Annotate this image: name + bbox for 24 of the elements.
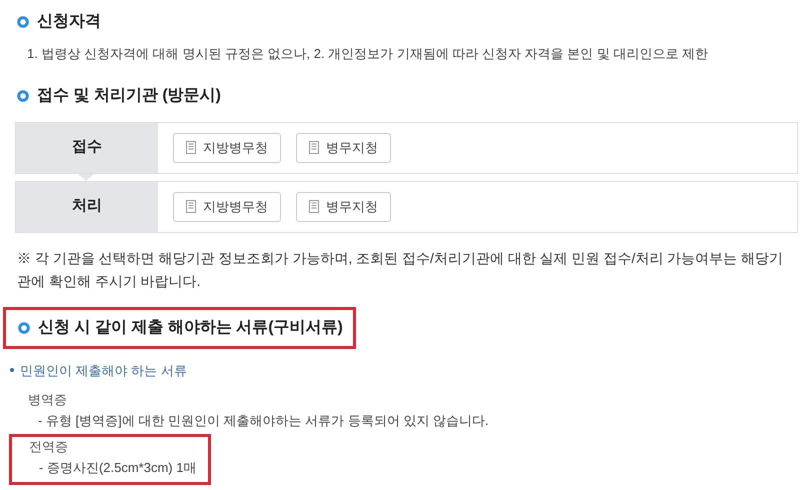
bullet-icon bbox=[10, 368, 14, 372]
document-detail: - 증명사진(2.5cm*3cm) 1매 bbox=[39, 459, 196, 477]
agency-button[interactable]: 병무지청 bbox=[296, 192, 391, 222]
section-title: 신청 시 같이 제출 해야하는 서류(구비서류) bbox=[38, 318, 343, 338]
building-icon bbox=[309, 200, 319, 213]
note-text: ※ 각 기관을 선택하면 해당기관 정보조회가 가능하며, 조회된 접수/처리기관에 대한 실제 민원 접수/처리 가능여부는 해당기관에 확인해 주시기 바랍니다. bbox=[17, 248, 784, 290]
document-detail: - 유형 [병역증]에 대한 민원인이 제출해야하는 서류가 등록되어 있지 않습니다. bbox=[38, 412, 489, 430]
row-header: 처리 bbox=[16, 182, 158, 232]
document-name: 병역증 bbox=[28, 391, 68, 409]
building-icon bbox=[186, 141, 196, 154]
agency-button[interactable]: 지방병무청 bbox=[173, 132, 281, 162]
agency-button[interactable]: 병무지청 bbox=[296, 132, 391, 162]
ring-icon bbox=[17, 16, 29, 28]
building-icon bbox=[309, 141, 319, 154]
building-icon bbox=[186, 200, 196, 213]
ring-icon bbox=[17, 90, 29, 102]
section-title: 접수 및 처리기관 (방문시) bbox=[37, 86, 221, 106]
section-text: 1. 법령상 신청자격에 대해 명시된 규정은 없으나, 2. 개인정보가 기재됨에 따라 신청자 자격을 본인 및 대리인으로 제한 bbox=[27, 45, 710, 63]
document-name: 전역증 bbox=[29, 438, 69, 456]
subtitle-text: 민원인이 제출해야 하는 서류 bbox=[20, 362, 187, 380]
ring-icon bbox=[18, 322, 30, 334]
section-title: 신청자격 bbox=[37, 12, 101, 32]
row-header: 접수 bbox=[16, 122, 158, 172]
agency-button[interactable]: 지방병무청 bbox=[173, 192, 281, 222]
